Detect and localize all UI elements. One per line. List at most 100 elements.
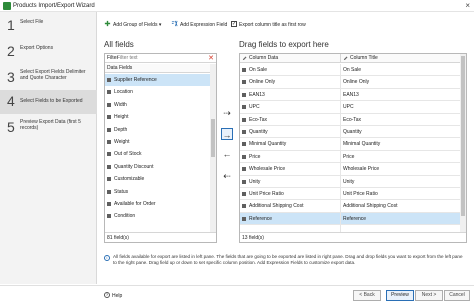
add-group-label: Add Group of Fields [113,22,158,28]
field-list-item[interactable]: Location [105,86,210,98]
field-label: Quantity Discount [114,163,154,170]
field-icon [107,102,111,107]
export-fields-count: 13 field(s) [240,232,466,242]
checkbox-checked-icon: ✓ [231,20,237,27]
field-icon [242,216,246,221]
export-title-checkbox[interactable]: ✓ Export column title as first row [231,20,306,30]
field-label: Supplier Reference [114,77,157,83]
field-label: Condition [114,213,136,220]
expression-icon [171,20,178,27]
filter-row: Filter ✕ [105,54,216,63]
preview-button[interactable]: Preview [386,290,414,301]
app-icon [3,2,11,10]
add-group-button[interactable]: Add Group of Fields ▾ [104,20,161,30]
add-expression-label: Add Expression Field [180,22,228,28]
field-list-item[interactable]: Height [105,111,210,123]
field-icon [107,164,111,169]
add-field-arrow-icon[interactable]: → [221,128,233,140]
step-select-fields[interactable]: 4 Select Fields to be Exported [0,90,97,114]
back-button[interactable]: < Back [353,290,381,301]
step-number: 5 [7,119,15,135]
field-icon [107,115,111,120]
field-icon [107,189,111,194]
field-icon [242,192,246,196]
column-data-label: Column Data [249,55,279,61]
grid-column-divider [340,64,341,232]
field-icon [242,142,246,147]
field-label: Customizable [114,176,145,183]
close-icon[interactable]: × [465,1,470,11]
step-label: Select Export Fields Delimiter and Quote… [20,69,86,81]
help-label: Help [112,293,123,299]
window-title: Products Import/Export Wizard [13,3,95,9]
field-icon [242,130,246,134]
all-fields-scrollbar[interactable] [210,64,216,232]
clear-filter-icon[interactable]: ✕ [208,54,214,63]
step-export-options[interactable]: 2 Export Options [0,40,97,64]
footer-bar: ? Help < Back Preview Next > Cancel [0,285,474,306]
field-icon [242,80,246,85]
column-title-label: Column Title [350,55,378,61]
field-icon [242,154,246,159]
step-delimiter[interactable]: 3 Select Export Fields Delimiter and Quo… [0,66,97,90]
field-list-item[interactable]: Out of Stock [105,148,210,160]
step-number: 1 [7,17,15,33]
field-label: Out of Stock [114,151,142,158]
column-data-header[interactable]: Column Data [240,54,340,63]
step-number: 4 [7,93,15,109]
field-label: Weight [114,139,130,145]
field-list-item[interactable]: Status [105,186,210,198]
scrollbar-thumb[interactable] [461,56,465,216]
next-button[interactable]: Next > [415,290,443,301]
filter-input[interactable] [117,55,213,62]
field-list-item[interactable]: Width [105,99,210,111]
field-list-item[interactable]: Weight [105,136,210,148]
field-list-item[interactable]: Depth [105,124,210,136]
info-icon: i [104,255,110,261]
export-fields-heading: Drag fields to export here [239,40,329,49]
add-expression-button[interactable]: Add Expression Field [171,20,227,30]
help-link[interactable]: ? Help [104,291,123,300]
field-list-item[interactable]: Customizable [105,173,210,185]
step-number: 3 [7,69,15,85]
title-bar: Products Import/Export Wizard × [0,0,474,12]
all-fields-heading: All fields [104,40,134,49]
data-fields-header[interactable]: Data Fields [105,64,211,73]
field-icon [242,179,246,184]
field-list-item[interactable]: Condition [105,210,210,222]
info-text: All fields available for export are list… [113,254,463,265]
step-select-file[interactable]: 1 Select File [0,14,97,38]
remove-field-arrow-icon[interactable]: ← [221,148,233,160]
cancel-button[interactable]: Cancel [444,290,470,301]
remove-all-arrow-icon[interactable]: ⇠ [221,170,233,182]
add-selected-arrow-icon[interactable]: ⇢ [221,107,233,119]
field-label: Status [114,188,129,195]
field-icon [242,92,246,97]
field-icon [107,152,111,157]
field-icon [107,140,111,144]
field-icon [242,105,246,110]
grid-divider [240,224,460,226]
export-title-label: Export column title as first row [239,22,306,28]
scrollbar-thumb[interactable] [211,119,215,157]
column-title-header[interactable]: Column Title [340,54,460,63]
all-fields-count: 81 field(s) [105,232,216,242]
field-list-item[interactable]: Quantity Discount [105,161,210,173]
step-preview[interactable]: 5 Preview Export Data (first 5 records) [0,116,97,140]
pencil-icon [242,56,247,61]
wizard-steps: 1 Select File 2 Export Options 3 Select … [0,12,97,284]
step-number: 2 [7,43,15,59]
field-list-item[interactable]: Supplier Reference [105,74,210,87]
all-fields-panel: Filter ✕ Data Fields Supplier Reference L… [104,53,217,243]
pencil-icon [343,56,348,61]
field-label: Depth [114,126,128,133]
field-icon [107,214,111,219]
step-label: Preview Export Data (first 5 records) [20,119,81,131]
field-label: Height [114,114,129,121]
field-icon [242,68,246,72]
export-fields-scrollbar[interactable] [460,54,466,232]
field-label: Available for Order [114,201,156,207]
field-list-item[interactable]: Available for Order [105,198,210,210]
field-icon [107,78,111,82]
field-icon [107,90,111,95]
